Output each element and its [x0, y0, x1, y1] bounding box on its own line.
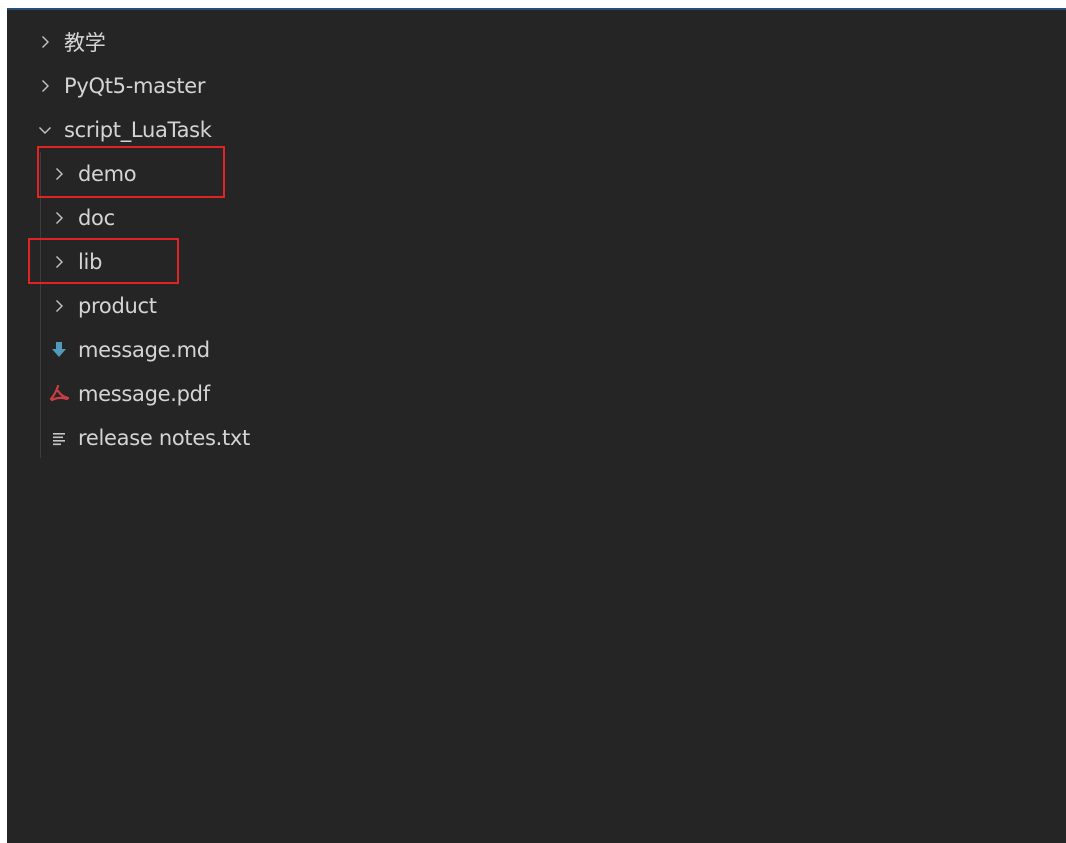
- indent-guide: [40, 152, 41, 458]
- file-tree: 教学 PyQt5-master script_LuaTask demo doc: [7, 20, 1066, 460]
- chevron-right-icon[interactable]: [48, 163, 70, 185]
- chevron-right-icon[interactable]: [48, 251, 70, 273]
- chevron-down-icon[interactable]: [34, 119, 56, 141]
- tree-item-label: release notes.txt: [78, 426, 250, 450]
- tree-item-doc[interactable]: doc: [7, 196, 1066, 240]
- chevron-right-icon[interactable]: [34, 31, 56, 53]
- tree-item-label: message.md: [78, 338, 210, 362]
- pdf-file-icon: [48, 383, 70, 405]
- tree-item-message-md[interactable]: message.md: [7, 328, 1066, 372]
- text-file-icon: [48, 427, 70, 449]
- tree-item-label: script_LuaTask: [64, 118, 212, 142]
- tree-item-demo[interactable]: demo: [7, 152, 1066, 196]
- chevron-right-icon[interactable]: [48, 295, 70, 317]
- tree-item-script-luatask[interactable]: script_LuaTask: [7, 108, 1066, 152]
- tree-item-label: lib: [78, 250, 103, 274]
- tree-item-label: demo: [78, 162, 137, 186]
- tree-item-label: PyQt5-master: [64, 74, 206, 98]
- tree-item-jiaoxue[interactable]: 教学: [7, 20, 1066, 64]
- tree-item-label: 教学: [64, 31, 106, 55]
- chevron-right-icon[interactable]: [48, 207, 70, 229]
- tree-item-message-pdf[interactable]: message.pdf: [7, 372, 1066, 416]
- markdown-file-icon: [48, 339, 70, 361]
- tree-item-label: message.pdf: [78, 382, 210, 406]
- tree-item-release-notes-txt[interactable]: release notes.txt: [7, 416, 1066, 460]
- tree-item-label: product: [78, 294, 157, 318]
- tree-item-label: doc: [78, 206, 115, 230]
- tree-item-pyqt5-master[interactable]: PyQt5-master: [7, 64, 1066, 108]
- file-explorer-panel: 教学 PyQt5-master script_LuaTask demo doc: [7, 8, 1066, 843]
- tree-item-product[interactable]: product: [7, 284, 1066, 328]
- tree-item-lib[interactable]: lib: [7, 240, 1066, 284]
- chevron-right-icon[interactable]: [34, 75, 56, 97]
